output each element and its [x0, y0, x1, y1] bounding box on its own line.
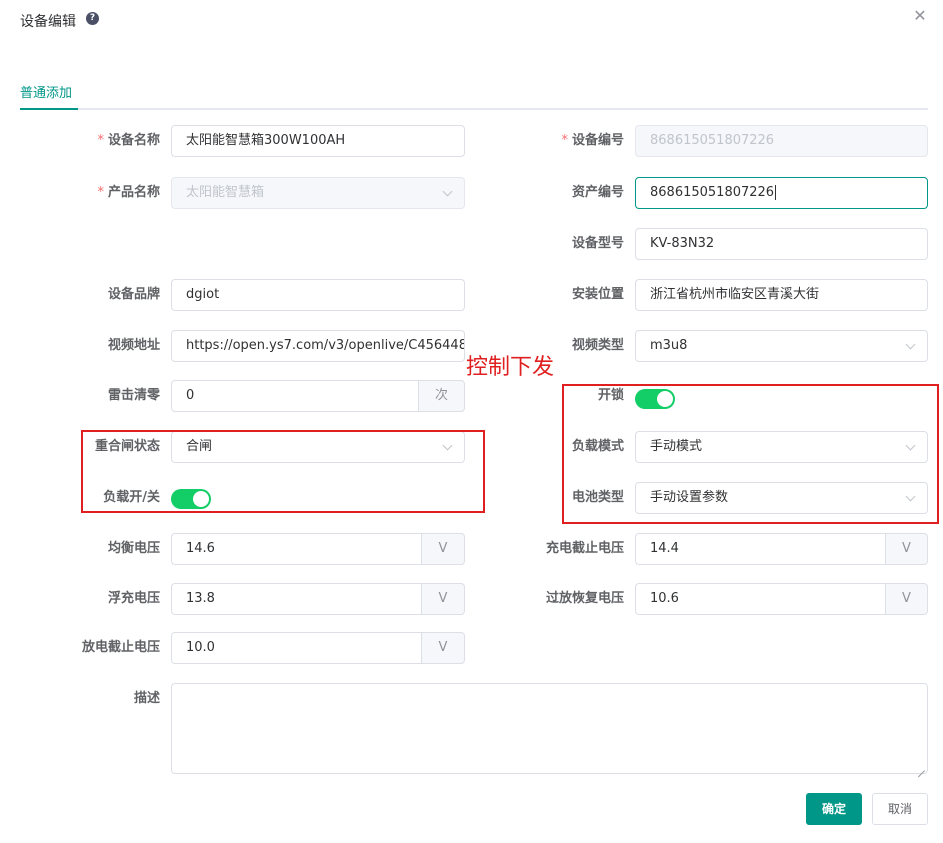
lightning-clear-unit: 次: [419, 380, 465, 412]
asset-number-input[interactable]: 868615051807226: [635, 177, 928, 209]
charge-cutoff-voltage-input[interactable]: 14.4: [635, 533, 886, 565]
annotation-text: 控制下发: [466, 355, 555, 380]
product-name-value: 太阳能智慧箱: [186, 185, 265, 200]
highlight-box-left: [81, 430, 485, 513]
float-voltage-unit: V: [422, 583, 465, 615]
over-discharge-recovery-voltage-label: 过放恢复电压: [545, 591, 624, 606]
charge-cutoff-voltage-unit: V: [886, 533, 928, 565]
description-textarea[interactable]: [171, 683, 928, 774]
over-discharge-recovery-voltage-input[interactable]: 10.6: [635, 583, 886, 615]
install-location-label: 安装位置: [571, 287, 624, 302]
device-number-input: 868615051807226: [635, 125, 928, 157]
tab-bar: 普通添加: [20, 74, 928, 110]
product-name-select: 太阳能智慧箱: [171, 177, 465, 209]
dialog-title: 设备编辑: [20, 14, 76, 30]
device-model-label: 设备型号: [571, 236, 624, 251]
lightning-clear-label: 雷击清零: [107, 388, 160, 403]
discharge-cutoff-voltage-label: 放电截止电压: [81, 640, 160, 655]
highlight-box-right: [562, 384, 939, 524]
asset-number-value: 868615051807226: [650, 185, 775, 200]
device-name-input[interactable]: 太阳能智慧箱300W100AH: [171, 125, 465, 157]
install-location-input[interactable]: 浙江省杭州市临安区青溪大街: [635, 279, 928, 311]
charge-cutoff-voltage-label: 充电截止电压: [545, 541, 624, 556]
device-brand-input[interactable]: dgiot: [171, 279, 465, 311]
chevron-down-icon: [905, 331, 917, 361]
confirm-button[interactable]: 确定: [806, 793, 862, 825]
cancel-button[interactable]: 取消: [872, 793, 928, 825]
float-voltage-input[interactable]: 13.8: [171, 583, 422, 615]
text-caret: [775, 185, 777, 200]
video-type-value: m3u8: [650, 338, 688, 353]
tab-active-indicator: [20, 108, 78, 110]
device-name-label: * 设备名称: [97, 133, 160, 148]
float-voltage-label: 浮充电压: [107, 591, 160, 606]
balance-voltage-input[interactable]: 14.6: [171, 533, 422, 565]
resize-grip-icon[interactable]: [917, 763, 925, 771]
asset-number-label: 资产编号: [571, 185, 624, 200]
chevron-down-icon: [442, 178, 454, 208]
discharge-cutoff-voltage-unit: V: [422, 632, 465, 664]
over-discharge-recovery-voltage-unit: V: [886, 583, 928, 615]
lightning-clear-input[interactable]: 0: [171, 380, 419, 412]
question-circle-icon[interactable]: ?: [86, 12, 99, 25]
video-url-input[interactable]: https://open.ys7.com/v3/openlive/C456448…: [171, 330, 465, 362]
device-model-input[interactable]: KV-83N32: [635, 228, 928, 260]
device-brand-label: 设备品牌: [107, 287, 160, 302]
dialog-header: 设备编辑 ? ✕: [0, 0, 943, 40]
discharge-cutoff-voltage-input[interactable]: 10.0: [171, 632, 422, 664]
balance-voltage-label: 均衡电压: [107, 541, 160, 556]
product-name-label: * 产品名称: [97, 185, 160, 200]
video-url-label: 视频地址: [107, 338, 160, 353]
tab-normal-add[interactable]: 普通添加: [20, 82, 72, 110]
close-icon[interactable]: ✕: [912, 8, 928, 24]
device-number-label: * 设备编号: [561, 133, 624, 148]
balance-voltage-unit: V: [422, 533, 465, 565]
description-label: 描述: [133, 691, 160, 706]
video-type-select[interactable]: m3u8: [635, 330, 928, 362]
